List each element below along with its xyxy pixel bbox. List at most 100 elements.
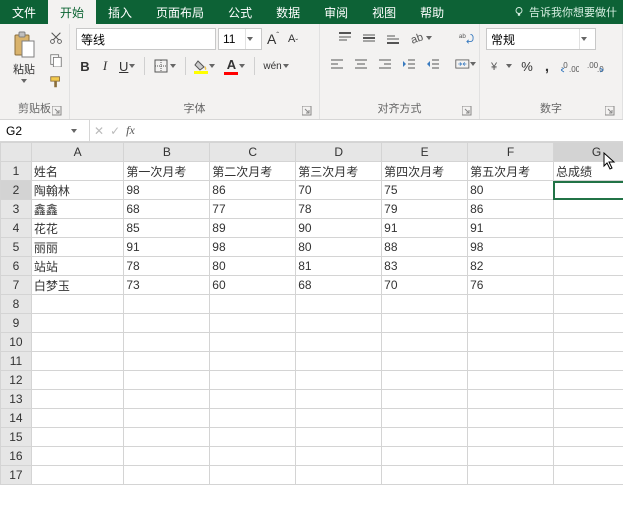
font-name-input[interactable] xyxy=(77,29,240,49)
cell[interactable] xyxy=(124,390,210,409)
column-header[interactable]: C xyxy=(210,143,296,162)
phonetic-button[interactable]: wén xyxy=(260,56,292,76)
copy-button[interactable] xyxy=(46,50,66,70)
cell[interactable]: 花花 xyxy=(31,219,124,238)
cell[interactable]: 68 xyxy=(296,276,382,295)
cell[interactable] xyxy=(553,219,623,238)
cell[interactable]: 90 xyxy=(296,219,382,238)
row-header[interactable]: 3 xyxy=(1,200,32,219)
cell[interactable] xyxy=(31,447,124,466)
cell[interactable]: 98 xyxy=(124,181,210,200)
merge-center-button[interactable] xyxy=(452,54,480,74)
cell[interactable] xyxy=(382,314,468,333)
cell[interactable] xyxy=(553,447,623,466)
enter-formula-icon[interactable]: ✓ xyxy=(110,124,120,138)
cell[interactable] xyxy=(210,428,296,447)
cell[interactable]: 总成绩 xyxy=(553,162,623,181)
cell[interactable]: 70 xyxy=(296,181,382,200)
tab-data[interactable]: 数据 xyxy=(264,0,312,24)
cell[interactable]: 第四次月考 xyxy=(382,162,468,181)
cell[interactable]: 70 xyxy=(382,276,468,295)
cell[interactable] xyxy=(210,295,296,314)
column-header[interactable]: B xyxy=(124,143,210,162)
formula-input[interactable] xyxy=(139,120,623,141)
cell[interactable]: 98 xyxy=(210,238,296,257)
align-bottom-button[interactable] xyxy=(382,28,404,48)
dialog-launcher-icon[interactable] xyxy=(604,105,616,117)
cell[interactable]: 第一次月考 xyxy=(124,162,210,181)
row-header[interactable]: 5 xyxy=(1,238,32,257)
row-header[interactable]: 8 xyxy=(1,295,32,314)
cancel-formula-icon[interactable]: ✕ xyxy=(94,124,104,138)
cell[interactable] xyxy=(553,257,623,276)
column-header[interactable]: G xyxy=(553,143,623,162)
cell[interactable] xyxy=(382,409,468,428)
wrap-text-button[interactable]: ab xyxy=(452,28,480,48)
cell[interactable]: 73 xyxy=(124,276,210,295)
cell[interactable] xyxy=(468,333,554,352)
bold-button[interactable]: B xyxy=(76,56,94,76)
format-painter-button[interactable] xyxy=(46,72,66,92)
cell[interactable]: 86 xyxy=(468,200,554,219)
cell[interactable] xyxy=(296,390,382,409)
tab-help[interactable]: 帮助 xyxy=(408,0,456,24)
cell[interactable]: 78 xyxy=(124,257,210,276)
column-header[interactable]: E xyxy=(382,143,468,162)
cell[interactable] xyxy=(296,466,382,485)
cell[interactable]: 81 xyxy=(296,257,382,276)
cell[interactable] xyxy=(31,371,124,390)
row-header[interactable]: 16 xyxy=(1,447,32,466)
cell[interactable] xyxy=(210,333,296,352)
cell[interactable] xyxy=(553,314,623,333)
cell[interactable] xyxy=(124,352,210,371)
align-left-button[interactable] xyxy=(326,54,348,74)
tab-review[interactable]: 审阅 xyxy=(312,0,360,24)
cell[interactable] xyxy=(553,295,623,314)
cell[interactable] xyxy=(382,428,468,447)
borders-button[interactable] xyxy=(150,56,180,76)
cell[interactable] xyxy=(210,314,296,333)
row-header[interactable]: 10 xyxy=(1,333,32,352)
cell[interactable]: 80 xyxy=(210,257,296,276)
cell[interactable] xyxy=(296,295,382,314)
cell[interactable] xyxy=(31,390,124,409)
cell[interactable]: 79 xyxy=(382,200,468,219)
increase-decimal-button[interactable]: .0.00 xyxy=(558,56,582,76)
cell[interactable] xyxy=(31,428,124,447)
cell[interactable]: 第二次月考 xyxy=(210,162,296,181)
align-right-button[interactable] xyxy=(374,54,396,74)
cell[interactable] xyxy=(210,447,296,466)
decrease-decimal-button[interactable]: .00.0 xyxy=(584,56,608,76)
cell[interactable] xyxy=(468,428,554,447)
cell[interactable]: 第三次月考 xyxy=(296,162,382,181)
cell[interactable] xyxy=(468,371,554,390)
row-header[interactable]: 2 xyxy=(1,181,32,200)
cell[interactable]: 白梦玉 xyxy=(31,276,124,295)
cell[interactable] xyxy=(553,200,623,219)
cell[interactable] xyxy=(31,352,124,371)
tell-me-search[interactable]: 告诉我你想要做什 xyxy=(507,0,623,24)
comma-style-button[interactable]: , xyxy=(538,56,556,76)
fill-color-button[interactable] xyxy=(191,56,219,76)
cell[interactable]: 80 xyxy=(296,238,382,257)
cell[interactable] xyxy=(31,314,124,333)
cell[interactable] xyxy=(553,352,623,371)
row-header[interactable]: 1 xyxy=(1,162,32,181)
row-header[interactable]: 13 xyxy=(1,390,32,409)
row-header[interactable]: 14 xyxy=(1,409,32,428)
cell[interactable] xyxy=(124,428,210,447)
cell[interactable]: 77 xyxy=(210,200,296,219)
cell[interactable]: 91 xyxy=(382,219,468,238)
cell[interactable] xyxy=(210,352,296,371)
cell[interactable]: 89 xyxy=(210,219,296,238)
cell[interactable] xyxy=(468,295,554,314)
row-header[interactable]: 15 xyxy=(1,428,32,447)
cell[interactable] xyxy=(124,333,210,352)
cell[interactable]: 鑫鑫 xyxy=(31,200,124,219)
cell[interactable]: 91 xyxy=(468,219,554,238)
cell[interactable]: 68 xyxy=(124,200,210,219)
column-header[interactable]: F xyxy=(468,143,554,162)
column-header[interactable]: D xyxy=(296,143,382,162)
cell[interactable] xyxy=(553,238,623,257)
underline-button[interactable]: U xyxy=(116,56,139,76)
